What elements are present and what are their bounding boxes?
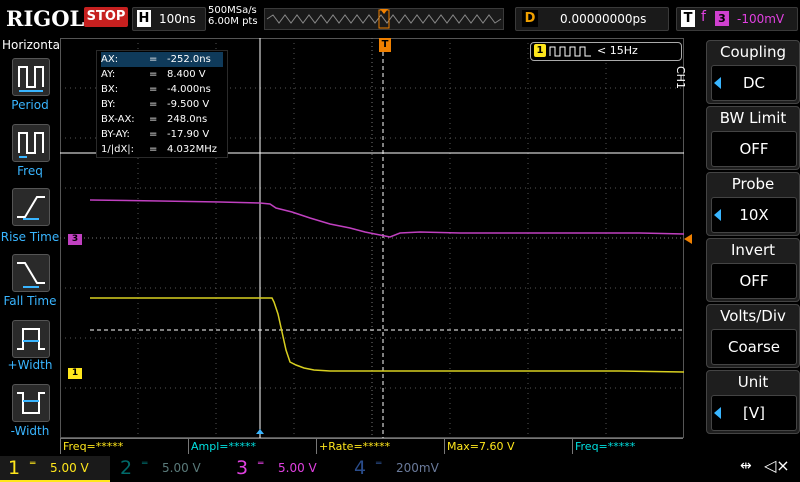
minus-width-label: -Width	[10, 424, 50, 438]
unit-value: [V]	[743, 404, 765, 422]
invert-value: OFF	[739, 272, 769, 290]
bw-limit-title: BW Limit	[719, 109, 787, 127]
fall-time-icon	[17, 262, 45, 288]
bw-limit-value: OFF	[739, 140, 769, 158]
square-wave-icon	[549, 46, 591, 57]
freq-label: Freq	[17, 164, 43, 178]
volts-div-value: Coarse	[727, 338, 781, 356]
channel-2-scale: 5.00 V	[162, 461, 201, 475]
bw-limit-menu[interactable]: BW Limit OFF	[706, 106, 800, 170]
channel-3-box[interactable]: 3 ═ 5.00 V	[228, 456, 338, 480]
sample-info: 500MSa/s 6.00M pts	[208, 5, 258, 27]
plus-width-icon	[17, 328, 45, 350]
usb-icon: ⇹	[740, 458, 752, 474]
freq-button[interactable]	[12, 124, 50, 162]
unit-value-box[interactable]: [V]	[711, 395, 797, 431]
measurement-3[interactable]: +Rate=*****	[316, 438, 445, 454]
trigger-box[interactable]: T f 3 -100mV	[676, 7, 798, 31]
plus-width-button[interactable]	[12, 320, 50, 358]
falling-edge-icon: f	[701, 9, 706, 25]
unit-title: Unit	[737, 373, 769, 391]
coupling-menu[interactable]: Coupling DC	[706, 40, 800, 104]
invert-menu[interactable]: Invert OFF	[706, 238, 800, 302]
top-status-bar: RIGOL STOP H 100ns 500MSa/s 6.00M pts D …	[0, 0, 800, 38]
ch3-ground-marker[interactable]: 3	[68, 234, 82, 245]
channel-1-scale: 5.00 V	[50, 461, 89, 475]
rise-time-button[interactable]	[12, 188, 50, 226]
ch1-menu-tab: CH1	[674, 66, 687, 89]
period-label: Period	[11, 98, 49, 112]
dc-coupling-icon: ═	[30, 459, 36, 469]
memory-depth: 6.00M pts	[208, 16, 258, 27]
channel-4-box[interactable]: 4 ═ 200mV	[346, 456, 456, 480]
delay-value: 0.00000000ps	[560, 12, 647, 26]
channel-2-box[interactable]: 2 ═ 5.00 V	[112, 456, 222, 480]
freq-counter-value: < 15Hz	[597, 44, 638, 57]
invert-title: Invert	[730, 241, 776, 259]
volts-div-title: Volts/Div	[720, 307, 786, 325]
trigger-level: -100mV	[737, 12, 785, 26]
speaker-mute-icon[interactable]: ◁×	[764, 456, 790, 475]
timebase-box[interactable]: H 100ns	[132, 7, 206, 31]
cursor-row-ax: AX: = -252.0ns	[101, 52, 223, 67]
channel-3-scale: 5.00 V	[278, 461, 317, 475]
minus-width-button[interactable]	[12, 384, 50, 422]
horizontal-menu-title: Horizontal	[2, 38, 64, 52]
memory-position-track[interactable]	[264, 8, 504, 30]
coupling-value: DC	[742, 74, 766, 92]
sample-rate: 500MSa/s	[208, 5, 257, 16]
ch1-ground-marker[interactable]: 1	[68, 368, 82, 379]
trigger-level-marker[interactable]	[684, 234, 692, 244]
bw-limit-value-box[interactable]: OFF	[711, 131, 797, 167]
dc-coupling-icon: ═	[376, 459, 382, 469]
cursor-readout-panel: AX: = -252.0ns AY: = 8.400 V BX: = -4.000ns BY…	[96, 50, 228, 158]
measurement-bar: Freq=***** Ampl=***** +Rate=***** Max=7.…	[60, 438, 684, 454]
timebase-value: 100ns	[159, 12, 196, 26]
rise-time-label: Rise Time	[0, 230, 60, 244]
probe-title: Probe	[731, 175, 775, 193]
dc-coupling-icon: ═	[142, 459, 148, 469]
coupling-value-box[interactable]: DC	[711, 65, 797, 101]
channel-3-number: 3	[236, 457, 249, 479]
plus-width-label: +Width	[7, 358, 53, 372]
delay-label: D	[522, 10, 538, 27]
channel-2-number: 2	[120, 457, 133, 479]
channel-4-number: 4	[354, 457, 367, 479]
fall-time-button[interactable]	[12, 254, 50, 292]
fall-time-label: Fall Time	[3, 294, 57, 308]
dc-coupling-icon: ═	[258, 459, 264, 469]
frequency-counter[interactable]: 1 < 15Hz	[530, 42, 682, 61]
probe-menu[interactable]: Probe 10X	[706, 172, 800, 236]
trigger-position-marker[interactable]: T	[379, 38, 391, 52]
channel-4-scale: 200mV	[396, 461, 439, 475]
channel-1-box[interactable]: 1 ═ 5.00 V	[0, 456, 110, 482]
trigger-label: T	[681, 10, 695, 27]
probe-value-box[interactable]: 10X	[711, 197, 797, 233]
volts-div-menu[interactable]: Volts/Div Coarse	[706, 304, 800, 368]
period-icon	[18, 66, 44, 92]
freq-channel-badge: 1	[534, 44, 546, 57]
minus-width-icon	[17, 392, 45, 414]
coupling-title: Coupling	[719, 43, 787, 61]
period-button[interactable]	[12, 58, 50, 96]
run-stop-indicator[interactable]: STOP	[84, 7, 128, 27]
measurement-5[interactable]: Freq=*****	[572, 438, 683, 454]
timebase-label: H	[137, 10, 151, 27]
delay-box[interactable]: D 0.00000000ps	[515, 7, 669, 31]
volts-div-value-box[interactable]: Coarse	[711, 329, 797, 365]
measurement-2[interactable]: Ampl=*****	[188, 438, 317, 454]
horizontal-menu: Horizontal Period Freq Rise Time Fall Ti…	[0, 38, 64, 454]
channel-1-number: 1	[8, 457, 21, 479]
rise-time-icon	[17, 196, 45, 220]
probe-value: 10X	[739, 206, 769, 224]
memory-waveform-overview	[266, 9, 502, 29]
unit-menu[interactable]: Unit [V]	[706, 370, 800, 434]
freq-icon	[18, 132, 44, 158]
measurement-4[interactable]: Max=7.60 V	[444, 438, 573, 454]
channel-bar: 1 ═ 5.00 V 2 ═ 5.00 V 3 ═ 5.00 V 4 ═ 200…	[0, 454, 800, 482]
invert-value-box[interactable]: OFF	[711, 263, 797, 299]
brand-logo: RIGOL	[6, 6, 85, 31]
measurement-1[interactable]: Freq=*****	[60, 438, 189, 454]
trigger-source: 3	[715, 11, 729, 26]
